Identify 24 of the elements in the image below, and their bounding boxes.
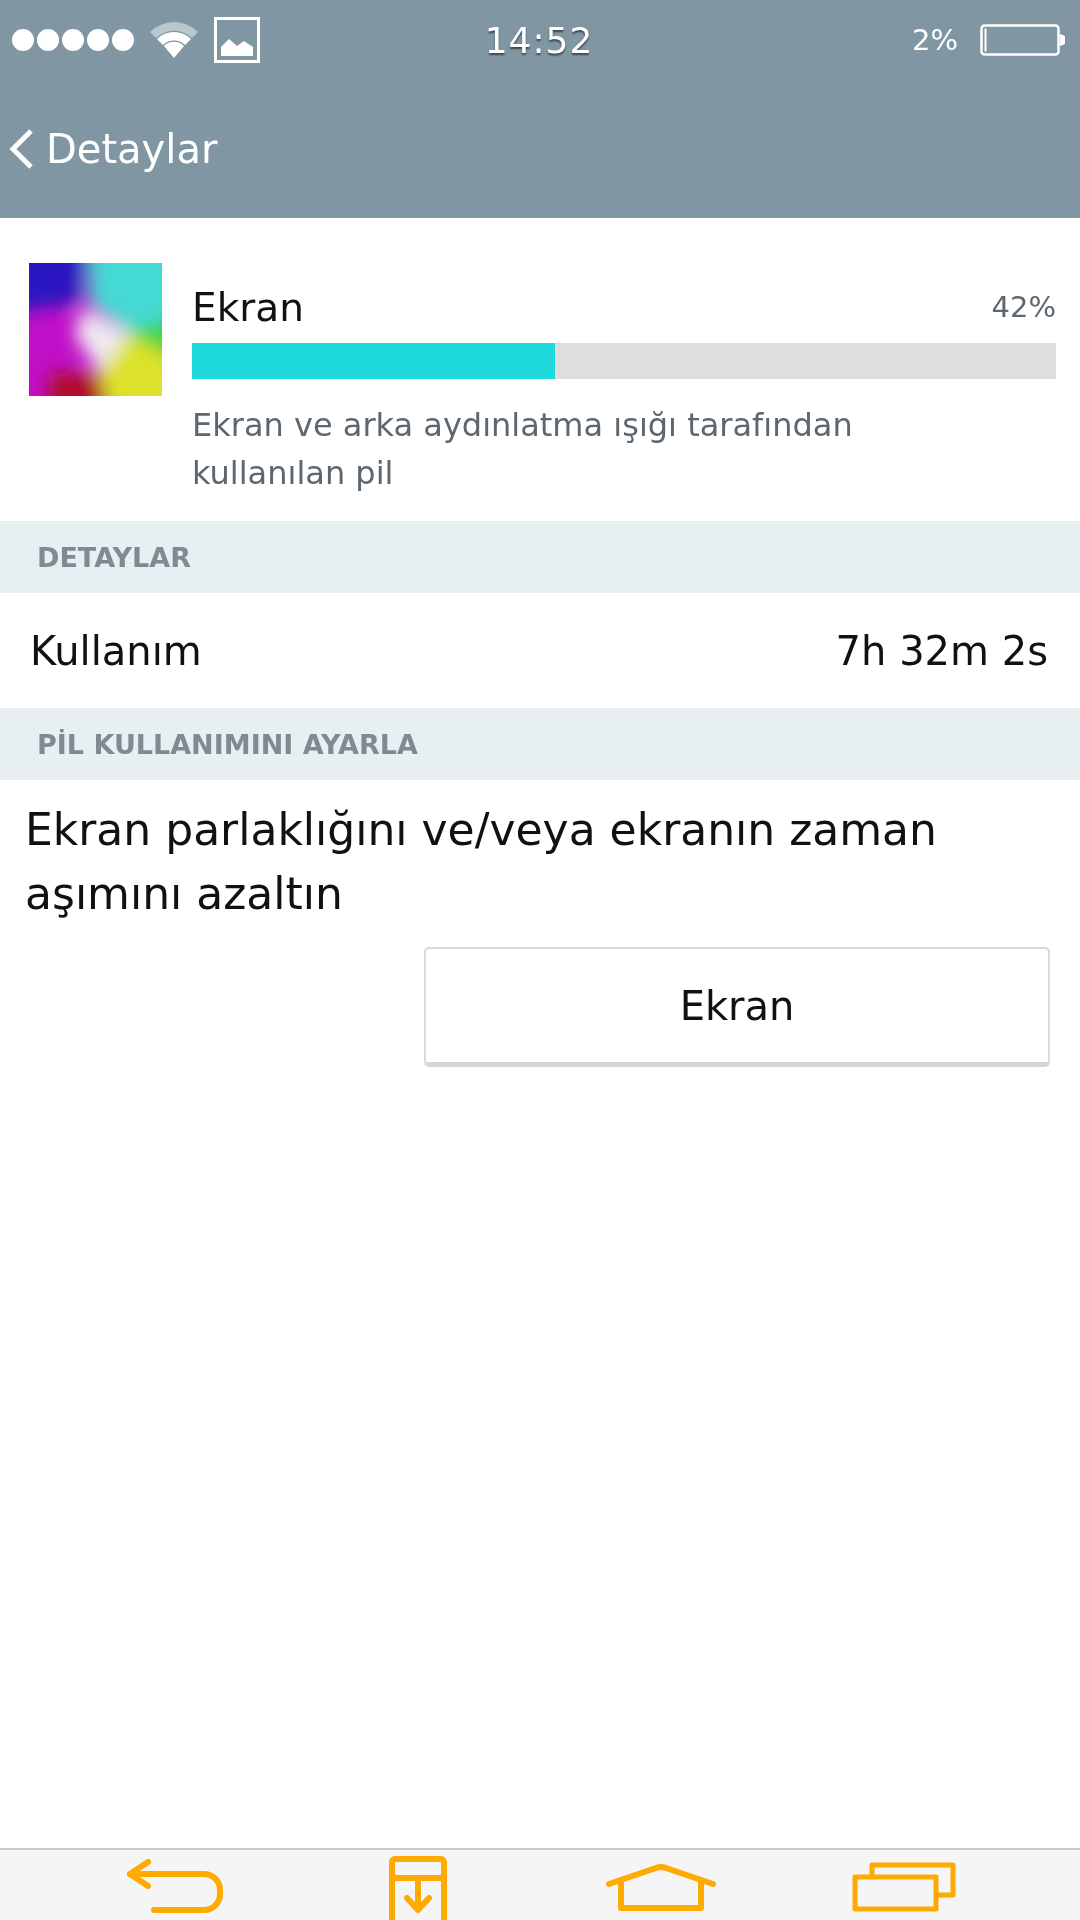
download-tray-icon[interactable] xyxy=(387,1856,448,1920)
battery-percent: 2% xyxy=(912,23,958,57)
back-title: Detaylar xyxy=(46,126,218,172)
back-chevron-icon xyxy=(8,128,34,170)
app-description: Ekran ve arka aydınlatma ışığı tarafından kullanılan pil xyxy=(192,405,854,494)
usage-percent: 42% xyxy=(991,290,1056,324)
usage-label: Kullanım xyxy=(30,627,202,674)
home-icon[interactable] xyxy=(603,1864,718,1912)
signal-dot-icon xyxy=(87,29,109,51)
advice-text: Ekran parlaklığını ve/veya ekranın zaman aşımını azaltın xyxy=(24,803,938,921)
signal-dot-icon xyxy=(62,29,84,51)
status-time: 14:52 xyxy=(484,19,594,61)
signal-dot-icon xyxy=(37,29,59,51)
signal-dot-icon xyxy=(12,29,34,51)
recent-apps-icon[interactable] xyxy=(851,1862,956,1912)
display-settings-button[interactable]: Ekran xyxy=(424,947,1050,1067)
image-icon xyxy=(214,17,260,63)
app-icon xyxy=(29,263,162,396)
usage-value: 7h 32m 2s xyxy=(835,627,1048,674)
signal-dot-icon xyxy=(112,29,134,51)
app-name: Ekran xyxy=(192,284,304,330)
section-title: DETAYLAR xyxy=(37,541,191,573)
battery-icon xyxy=(980,24,1066,56)
section-title: PİL KULLANIMINI AYARLA xyxy=(37,728,418,760)
